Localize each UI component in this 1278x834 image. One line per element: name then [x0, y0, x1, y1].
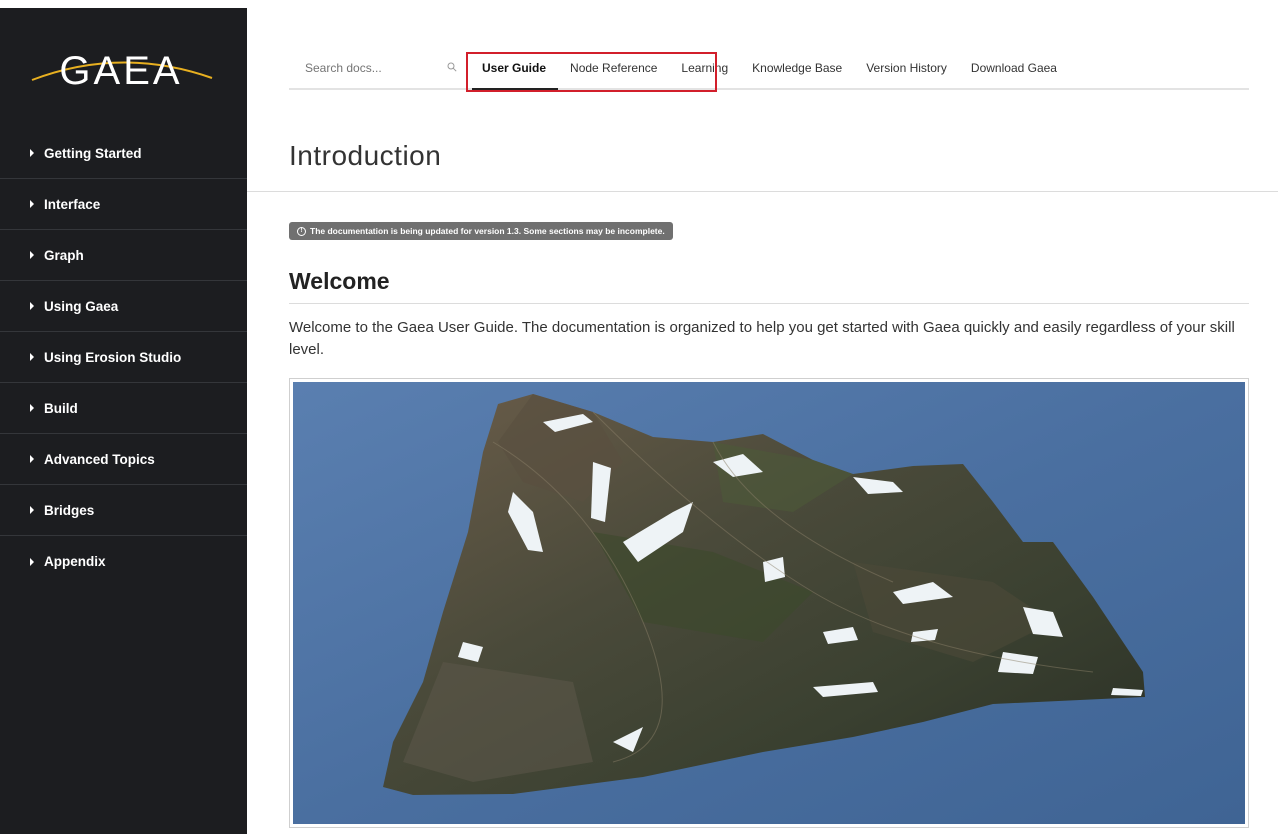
title-divider	[247, 191, 1278, 192]
caret-right-icon	[30, 404, 34, 412]
search-box[interactable]	[289, 56, 461, 80]
sidebar-item-label: Appendix	[44, 554, 106, 569]
sidebar-item-bridges[interactable]: Bridges	[0, 485, 247, 536]
top-navigation: User Guide Node Reference Learning Knowl…	[289, 48, 1249, 90]
info-icon: !	[297, 226, 306, 236]
gaea-logo[interactable]: GAEA	[28, 38, 214, 94]
tab-user-guide[interactable]: User Guide	[470, 48, 559, 90]
version-notice-badge: ! The documentation is being updated for…	[289, 222, 673, 240]
main-content: User Guide Node Reference Learning Knowl…	[247, 8, 1278, 834]
intro-paragraph: Welcome to the Gaea User Guide. The docu…	[289, 319, 1235, 358]
caret-right-icon	[30, 302, 34, 310]
sidebar-item-interface[interactable]: Interface	[0, 179, 247, 230]
sidebar-item-label: Advanced Topics	[44, 451, 155, 467]
section-divider	[289, 303, 1249, 304]
caret-right-icon	[30, 149, 34, 157]
tab-knowledge-base[interactable]: Knowledge Base	[740, 48, 854, 88]
sidebar-nav: Getting Started Interface Graph Using Ga…	[0, 128, 247, 587]
sidebar-item-label: Using Erosion Studio	[44, 349, 182, 365]
tab-node-reference[interactable]: Node Reference	[558, 48, 669, 88]
tab-bar: User Guide Node Reference Learning Knowl…	[470, 48, 1069, 90]
tab-download-gaea[interactable]: Download Gaea	[959, 48, 1069, 88]
section-heading: Welcome	[289, 268, 390, 294]
top-strip	[0, 0, 1278, 8]
search-input[interactable]	[303, 60, 447, 76]
sidebar-item-label: Interface	[44, 196, 101, 212]
sidebar-item-label: Using Gaea	[44, 298, 119, 314]
search-icon[interactable]	[447, 62, 457, 72]
caret-right-icon	[30, 455, 34, 463]
tab-learning[interactable]: Learning	[669, 48, 740, 88]
caret-right-icon	[30, 200, 34, 208]
caret-right-icon	[30, 506, 34, 514]
sidebar-item-appendix[interactable]: Appendix	[0, 536, 247, 587]
caret-right-icon	[30, 353, 34, 361]
sidebar-item-label: Getting Started	[44, 145, 142, 161]
sidebar-item-graph[interactable]: Graph	[0, 230, 247, 281]
sidebar-item-build[interactable]: Build	[0, 383, 247, 434]
caret-right-icon	[30, 557, 34, 566]
sidebar-item-using-gaea[interactable]: Using Gaea	[0, 281, 247, 332]
notice-text: The documentation is being updated for v…	[310, 226, 665, 236]
logo-text: GAEA	[59, 49, 182, 93]
sidebar-item-using-erosion-studio[interactable]: Using Erosion Studio	[0, 332, 247, 383]
tab-version-history[interactable]: Version History	[854, 48, 959, 88]
terrain-render	[293, 382, 1245, 824]
sidebar-item-getting-started[interactable]: Getting Started	[0, 128, 247, 179]
sidebar-item-advanced-topics[interactable]: Advanced Topics	[0, 434, 247, 485]
sidebar: GAEA Getting Started Interface Graph Usi…	[0, 8, 247, 834]
terrain-image	[289, 378, 1249, 828]
caret-right-icon	[30, 251, 34, 259]
sidebar-item-label: Build	[44, 400, 78, 416]
sidebar-item-label: Graph	[44, 247, 84, 263]
sidebar-item-label: Bridges	[44, 502, 95, 518]
page-title: Introduction	[289, 140, 442, 171]
